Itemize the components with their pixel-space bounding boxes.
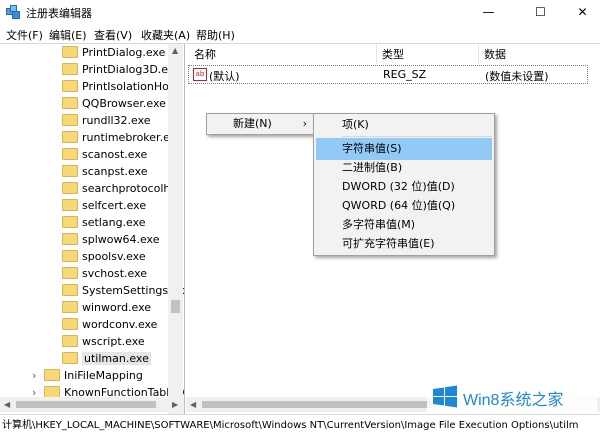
tree-item[interactable]: wordconv.exe <box>62 316 157 333</box>
watermark: Win8系统之家 <box>427 382 597 412</box>
scroll-left-icon[interactable]: ◀ <box>190 400 196 409</box>
scroll-up-icon[interactable]: ▲ <box>172 46 178 55</box>
submenu-item-dword-value[interactable]: DWORD (32 位)值(D) <box>316 177 492 197</box>
registry-tree[interactable]: PrintDialog.exe PrintDialog3D.exe PrintI… <box>0 43 185 414</box>
menu-file[interactable]: 文件(F) <box>6 27 43 43</box>
watermark-text: Win8系统之家 <box>463 392 564 409</box>
folder-icon <box>62 63 78 75</box>
new-menu-item[interactable]: 新建(N) › <box>207 114 315 134</box>
folder-icon <box>62 114 78 126</box>
folder-icon <box>62 80 78 92</box>
column-divider[interactable] <box>376 44 377 64</box>
column-header-data[interactable]: 数据 <box>484 46 506 62</box>
tree-horizontal-scrollbar[interactable]: ◀ ▶ <box>0 397 184 412</box>
registry-app-icon <box>6 5 20 19</box>
folder-icon <box>62 352 78 364</box>
folder-icon <box>44 369 60 381</box>
folder-icon <box>62 335 78 347</box>
folder-icon <box>62 216 78 228</box>
folder-icon <box>62 301 78 313</box>
folder-icon <box>62 199 78 211</box>
status-path: 计算机\HKEY_LOCAL_MACHINE\SOFTWARE\Microsof… <box>2 420 579 431</box>
submenu-item-binary-value[interactable]: 二进制值(B) <box>316 158 492 178</box>
menu-view[interactable]: 查看(V) <box>94 27 132 43</box>
value-name: (默认) <box>209 70 240 83</box>
tree-item[interactable]: wscript.exe <box>62 333 145 350</box>
tree-item[interactable]: PrintIsolationHost <box>62 78 179 95</box>
close-button[interactable]: ✕ <box>560 0 600 24</box>
folder-icon <box>62 97 78 109</box>
column-header-type[interactable]: 类型 <box>382 46 404 62</box>
folder-icon <box>62 148 78 160</box>
submenu-item-multistring-value[interactable]: 多字符串值(M) <box>316 215 492 235</box>
menu-help[interactable]: 帮助(H) <box>196 27 235 43</box>
tree-item[interactable]: runtimebroker.exe <box>62 129 183 146</box>
window-title: 注册表编辑器 <box>26 7 92 20</box>
minimize-button[interactable]: — <box>466 0 511 24</box>
submenu-item-expandable-string-value[interactable]: 可扩充字符串值(E) <box>316 234 492 254</box>
tree-vertical-scrollbar[interactable]: ▲ <box>168 44 183 414</box>
scroll-thumb[interactable] <box>171 300 180 313</box>
new-submenu: 项(K) 字符串值(S) 二进制值(B) DWORD (32 位)值(D) QW… <box>313 113 495 256</box>
scroll-thumb[interactable] <box>202 401 432 408</box>
submenu-item-key[interactable]: 项(K) <box>316 115 492 135</box>
submenu-arrow-icon: › <box>302 117 307 130</box>
value-data: (数值未设置) <box>485 70 549 83</box>
status-bar: 计算机\HKEY_LOCAL_MACHINE\SOFTWARE\Microsof… <box>0 414 600 436</box>
context-menu: 新建(N) › <box>206 113 316 135</box>
column-header-name[interactable]: 名称 <box>194 46 216 62</box>
tree-item[interactable]: winword.exe <box>62 299 151 316</box>
tree-item[interactable]: setlang.exe <box>62 214 146 231</box>
folder-icon <box>62 233 78 245</box>
new-menu-label: 新建(N) <box>233 117 272 130</box>
tree-item[interactable]: rundll32.exe <box>62 112 151 129</box>
tree-item[interactable]: spoolsv.exe <box>62 248 146 265</box>
folder-icon <box>62 131 78 143</box>
folder-icon <box>62 284 78 296</box>
title-bar: 注册表编辑器 — ☐ ✕ <box>0 0 600 24</box>
tree-item[interactable]: PrintDialog3D.exe <box>62 61 181 78</box>
tree-item[interactable]: scanost.exe <box>62 146 147 163</box>
scroll-left-icon[interactable]: ◀ <box>4 400 10 409</box>
tree-item[interactable]: selfcert.exe <box>62 197 146 214</box>
tree-item[interactable]: searchprotocolho <box>62 180 177 197</box>
submenu-item-string-value[interactable]: 字符串值(S) <box>316 138 492 160</box>
value-row[interactable]: ab (默认) REG_SZ (数值未设置) <box>188 65 588 84</box>
folder-icon <box>62 250 78 262</box>
tree-item[interactable]: PrintDialog.exe <box>62 44 165 61</box>
string-value-icon: ab <box>193 68 207 81</box>
submenu-item-qword-value[interactable]: QWORD (64 位)值(Q) <box>316 196 492 216</box>
menu-edit[interactable]: 编辑(E) <box>49 27 87 43</box>
scroll-thumb[interactable] <box>16 401 156 408</box>
folder-icon <box>62 182 78 194</box>
tree-item[interactable]: QQBrowser.exe <box>62 95 166 112</box>
folder-icon <box>62 267 78 279</box>
maximize-button[interactable]: ☐ <box>518 0 563 24</box>
menu-favorites[interactable]: 收藏夹(A) <box>141 27 190 43</box>
folder-icon <box>62 46 78 58</box>
tree-item[interactable]: SystemSettings.ex <box>62 282 184 299</box>
tree-item-selected[interactable]: utilman.exe <box>62 350 151 367</box>
folder-icon <box>62 318 78 330</box>
registry-editor-window: 注册表编辑器 — ☐ ✕ 文件(F) 编辑(E) 查看(V) 收藏夹(A) 帮助… <box>0 0 600 435</box>
menu-bar: 文件(F) 编辑(E) 查看(V) 收藏夹(A) 帮助(H) <box>0 24 600 43</box>
tree-item[interactable]: svchost.exe <box>62 265 147 282</box>
menu-separator <box>342 136 492 137</box>
value-type: REG_SZ <box>383 68 427 81</box>
column-divider[interactable] <box>478 44 479 64</box>
tree-item-expandable[interactable]: › IniFileMapping <box>32 367 143 384</box>
folder-icon <box>62 165 78 177</box>
tree-item[interactable]: scanpst.exe <box>62 163 148 180</box>
expand-chevron-icon[interactable]: › <box>32 367 44 384</box>
scroll-right-icon[interactable]: ▶ <box>172 400 178 409</box>
tree-item[interactable]: splwow64.exe <box>62 231 160 248</box>
